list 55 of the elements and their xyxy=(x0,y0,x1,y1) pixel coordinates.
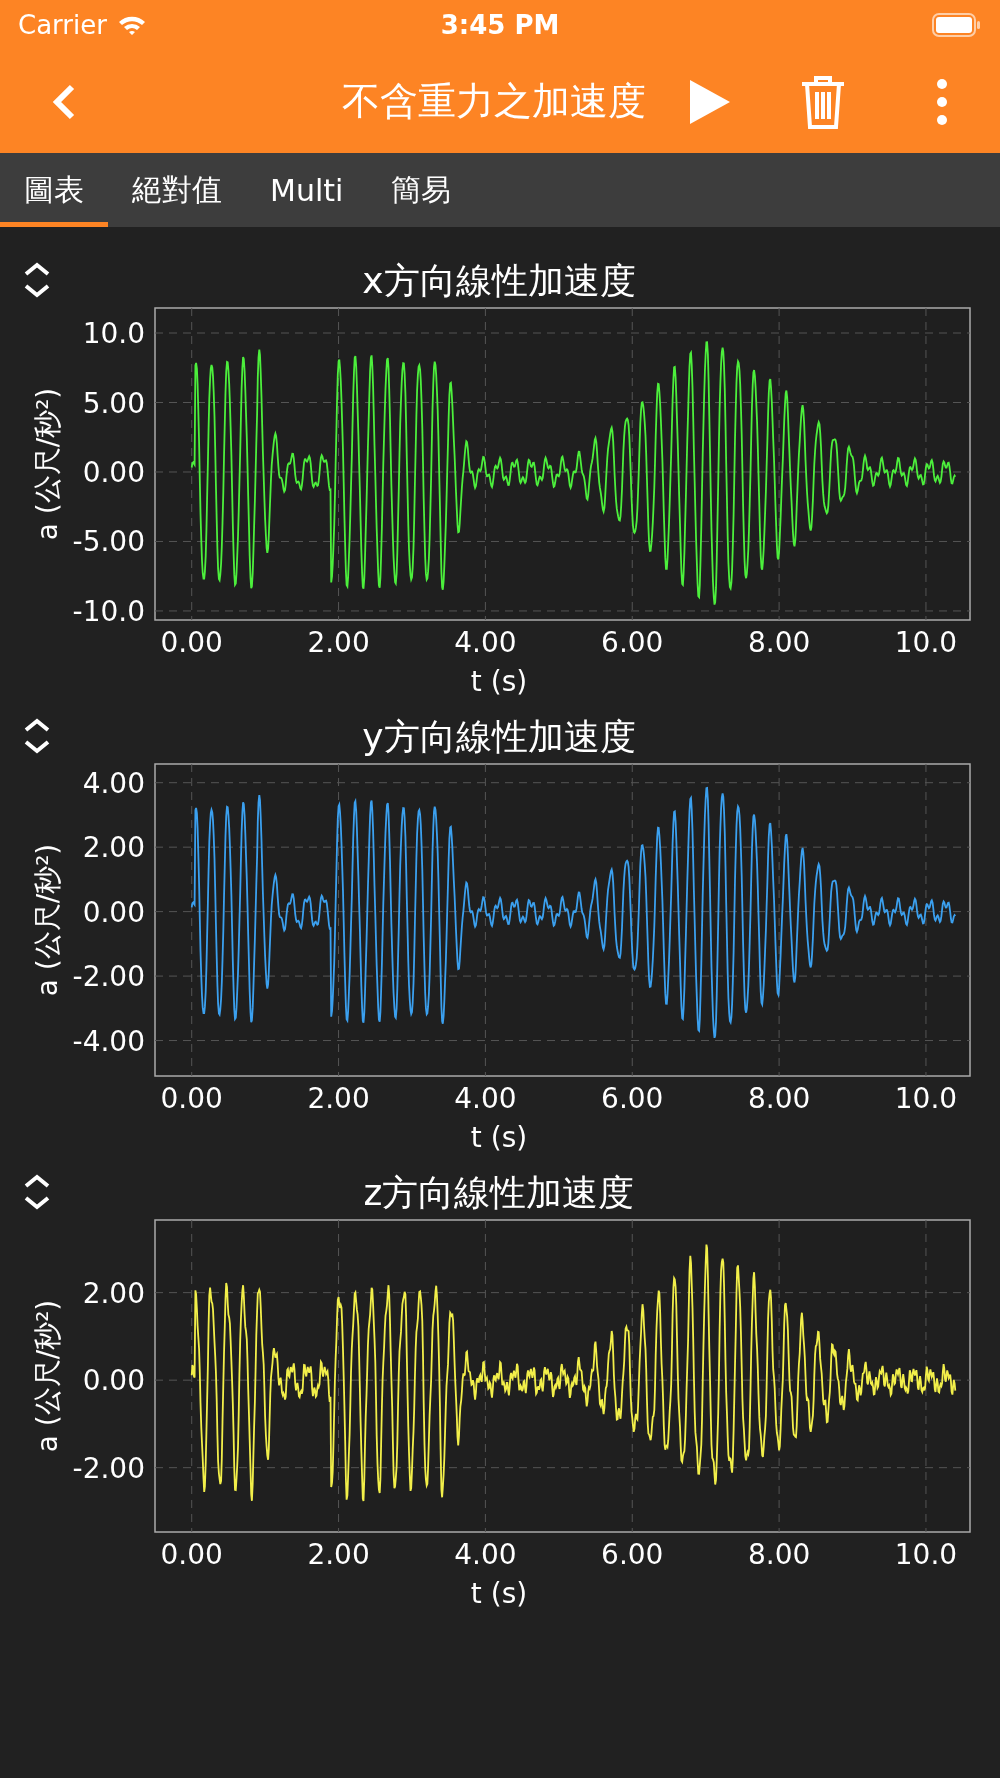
y-tick-label: 2.00 xyxy=(82,831,145,865)
collapse-icon[interactable] xyxy=(24,1174,50,1210)
x-tick-label: 10.0 xyxy=(894,1082,958,1115)
x-tick-label: 0.00 xyxy=(160,1082,223,1115)
battery-icon xyxy=(932,13,982,37)
x-axis-label: t (s) xyxy=(470,1121,528,1154)
status-time: 3:45 PM xyxy=(440,10,560,40)
screen-title: 不含重力之加速度 xyxy=(342,78,646,125)
collapse-icon[interactable] xyxy=(24,262,50,298)
x-tick-label: 4.00 xyxy=(454,1538,517,1571)
x-tick-label: 2.00 xyxy=(307,1538,370,1571)
y-tick-label: 2.00 xyxy=(82,1276,145,1310)
chart-title: y方向線性加速度 xyxy=(362,716,636,757)
x-tick-label: 2.00 xyxy=(307,626,370,659)
play-icon[interactable] xyxy=(688,79,730,124)
y-tick-label: -10.0 xyxy=(72,594,145,628)
x-tick-label: 6.00 xyxy=(601,626,664,659)
x-tick-label: 8.00 xyxy=(747,1082,811,1115)
chart-title: z方向線性加速度 xyxy=(363,1172,635,1213)
x-tick-label: 4.00 xyxy=(454,626,517,659)
y-tick-label: 0.00 xyxy=(82,456,145,489)
x-axis-label: t (s) xyxy=(470,665,528,698)
y-tick-label: -2.00 xyxy=(72,1451,145,1485)
back-icon[interactable] xyxy=(52,83,76,120)
y-axis-label: a (公尺/秒²) xyxy=(31,1299,64,1453)
x-tick-label: 6.00 xyxy=(601,1082,664,1115)
more-icon[interactable] xyxy=(936,77,948,126)
x-tick-label: 2.00 xyxy=(307,1082,370,1115)
x-axis-label: t (s) xyxy=(470,1577,528,1610)
y-tick-label: -2.00 xyxy=(72,960,145,994)
y-tick-label: -4.00 xyxy=(72,1024,145,1058)
trash-icon[interactable] xyxy=(800,73,846,130)
y-axis-label: a (公尺/秒²) xyxy=(31,387,64,541)
tab[interactable]: 絕對值 xyxy=(108,153,246,227)
tab[interactable]: Multi xyxy=(246,153,368,227)
x-tick-label: 10.0 xyxy=(894,1538,958,1571)
y-tick-label: 0.00 xyxy=(82,895,145,929)
y-tick-label: 4.00 xyxy=(82,766,145,800)
x-tick-label: 4.00 xyxy=(454,1082,517,1115)
y-tick-label: -5.00 xyxy=(72,525,145,559)
y-axis-label: a (公尺/秒²) xyxy=(31,843,64,997)
y-tick-label: 10.0 xyxy=(82,317,145,350)
x-tick-label: 0.00 xyxy=(160,626,223,659)
tab[interactable]: 圖表 xyxy=(0,153,108,227)
carrier-name: Carrier xyxy=(18,10,107,40)
x-tick-label: 10.0 xyxy=(894,626,958,659)
x-tick-label: 8.00 xyxy=(747,1538,811,1571)
x-tick-label: 0.00 xyxy=(160,1538,223,1571)
y-tick-label: 0.00 xyxy=(82,1364,145,1398)
x-tick-label: 8.00 xyxy=(747,626,811,659)
y-tick-label: 5.00 xyxy=(82,386,145,420)
tab[interactable]: 簡易 xyxy=(367,153,476,227)
chart-title: x方向線性加速度 xyxy=(362,260,636,301)
collapse-icon[interactable] xyxy=(24,718,50,754)
x-tick-label: 6.00 xyxy=(601,1538,664,1571)
